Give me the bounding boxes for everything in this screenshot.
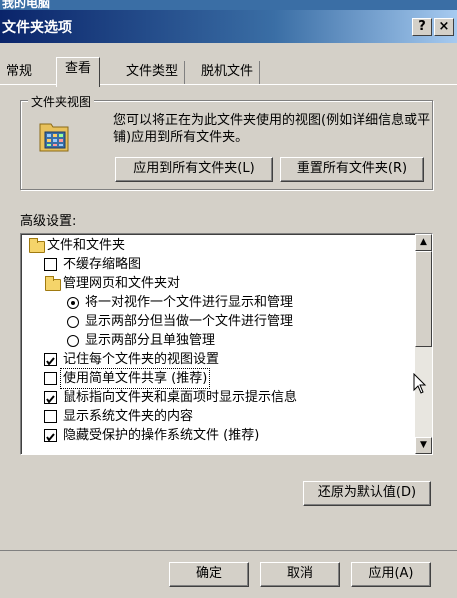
advanced-settings-label: 高级设置: (20, 214, 77, 229)
tab-offline-files[interactable]: 脱机文件 (201, 61, 261, 85)
checkbox[interactable] (44, 258, 57, 271)
apply-to-all-folders-button[interactable]: 应用到所有文件夹(L) (115, 157, 273, 182)
checkbox[interactable] (44, 353, 57, 366)
list-scrollbar[interactable]: ▲ ▼ (415, 234, 432, 454)
list-item-label: 将一对视作一个文件进行显示和管理 (85, 295, 294, 310)
advanced-settings-list[interactable]: ▲ ▼ 文件和文件夹不缓存缩略图管理网页和文件夹对将一对视作一个文件进行显示和管… (20, 233, 433, 455)
list-item-label: 不缓存缩略图 (63, 257, 142, 272)
tab-view[interactable]: 查看 (56, 57, 101, 87)
tab-general[interactable]: 常规 (6, 61, 32, 85)
radio-button[interactable] (67, 297, 79, 309)
list-item-label: 显示两部分且单独管理 (85, 333, 216, 348)
list-item-label: 记住每个文件夹的视图设置 (63, 352, 220, 367)
folder-icon (29, 238, 45, 253)
list-item-label: 鼠标指向文件夹和桌面项时显示提示信息 (63, 390, 298, 405)
list-item-label: 文件和文件夹 (47, 238, 126, 253)
radio-button[interactable] (67, 335, 79, 347)
close-button[interactable]: × (434, 18, 454, 36)
scroll-thumb[interactable] (415, 251, 432, 347)
list-item-label: 显示两部分但当做一个文件进行管理 (85, 314, 294, 329)
list-item-label: 隐藏受保护的操作系统文件 (推荐) (63, 428, 260, 443)
list-item-label: 显示系统文件夹的内容 (63, 409, 194, 424)
radio-button[interactable] (67, 316, 79, 328)
checkbox[interactable] (44, 391, 57, 404)
list-item-label: 管理网页和文件夹对 (63, 276, 181, 291)
reset-all-folders-button[interactable]: 重置所有文件夹(R) (280, 157, 424, 182)
scroll-down-button[interactable]: ▼ (415, 437, 432, 454)
checkbox[interactable] (44, 429, 57, 442)
footer-divider (0, 550, 457, 551)
restore-defaults-button[interactable]: 还原为默认值(D) (303, 481, 431, 506)
folder-icon (45, 276, 61, 291)
background-window-title: 我的电脑 (0, 0, 457, 10)
folder-views-title: 文件夹视图 (28, 93, 95, 110)
checkbox[interactable] (44, 372, 57, 385)
tab-strip: 常规 查看 文件类型 脱机文件 (0, 55, 457, 87)
checkbox[interactable] (44, 410, 57, 423)
folder-options-icon (39, 123, 69, 152)
tab-file-types[interactable]: 文件类型 (126, 61, 186, 85)
scroll-up-button[interactable]: ▲ (415, 234, 432, 251)
list-item-label: 使用简单文件共享 (推荐) (59, 368, 211, 389)
title-bar[interactable]: 文件夹选项 ? × (0, 10, 457, 43)
window-title: 文件夹选项 (2, 20, 72, 36)
cancel-button[interactable]: 取消 (260, 562, 340, 587)
apply-button[interactable]: 应用(A) (351, 562, 431, 587)
help-button[interactable]: ? (412, 18, 432, 36)
mouse-cursor-icon (413, 373, 427, 394)
folder-views-description: 您可以将正在为此文件夹使用的视图(例如详细信息或平铺)应用到所有文件夹。 (113, 113, 431, 145)
ok-button[interactable]: 确定 (169, 562, 249, 587)
